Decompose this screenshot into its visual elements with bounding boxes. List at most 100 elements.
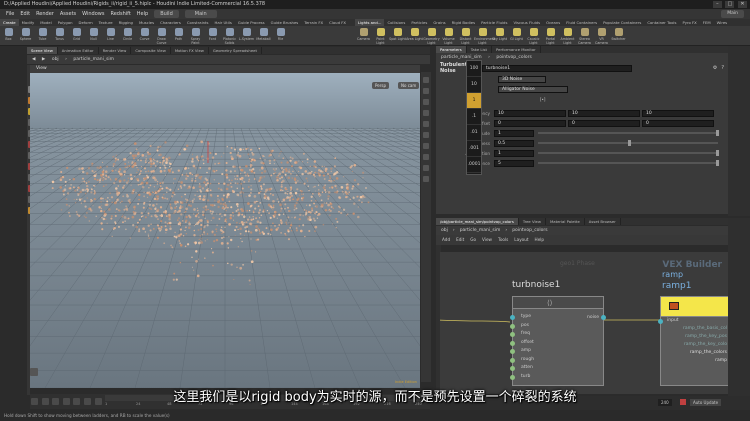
shelf-tool[interactable]: Geometry Light [423,26,440,46]
shelf-tab[interactable]: Deform [76,19,96,26]
path-node[interactable]: pointvop_colors [496,53,531,62]
shelf-tool[interactable]: Path [170,26,187,46]
slider-knob[interactable] [628,140,631,146]
shelf-tool[interactable]: Area Light [406,26,423,46]
shelf-tab[interactable]: Oceans [543,19,563,26]
param-field[interactable]: 10 [642,109,714,117]
camera-menu[interactable]: No cam [398,82,420,89]
ramp-node[interactable]: input ramp_the_basis_col ramp_the_key_pos… [658,296,728,386]
shelf-tab[interactable]: Guide Brushes [268,19,302,26]
menu-item[interactable]: Redshift [110,9,130,19]
shelf-tab[interactable]: Pyro FX [679,19,699,26]
param-slider[interactable] [538,160,719,166]
pane-tab[interactable]: Geometry Spreadsheet [209,47,262,54]
path-obj[interactable]: obj [52,55,59,64]
param-field[interactable]: 5 [494,159,534,167]
shelf-tool[interactable]: Sky Light [491,26,508,46]
shelf-tab[interactable]: Viscous Fluids [510,19,543,26]
desktop-dropdown[interactable]: Main [184,10,217,18]
shelf-tab[interactable]: Rigid Bodies [449,19,478,26]
pane-tab[interactable]: Parameters [436,46,467,53]
slider-knob[interactable] [716,150,719,156]
slider-knob[interactable] [716,130,719,136]
shelf-tab[interactable]: Model [37,19,54,26]
input-port-ramp[interactable] [658,319,663,324]
node-input[interactable]: offset [510,339,603,348]
shelf-tool[interactable]: Spot Light [389,26,406,46]
param-slider[interactable] [538,140,718,146]
shelf-tool[interactable]: Distant Light [457,26,474,46]
pane-tab[interactable]: /obj/particle_mani_sim/pointvop_colors [436,218,519,225]
input-port[interactable] [510,340,515,346]
menu-item[interactable]: File [6,9,14,19]
shelf-tool[interactable]: Ambient Light [559,26,576,46]
path-node[interactable]: particle_mani_sim [460,226,501,235]
shelf-tool[interactable]: Portal Light [542,26,559,46]
param-field[interactable]: 10 [568,109,640,117]
pane-tab[interactable]: Performance Monitor [492,46,541,53]
shelf-tab[interactable]: Lights and... [355,19,385,26]
shelf-tool[interactable]: Switcher [610,26,627,46]
pane-tab[interactable]: Render View [99,47,132,54]
display-option-icon[interactable] [423,132,429,138]
param-slider[interactable] [538,150,719,156]
noise-type-menu[interactable]: Alligator Noise [498,85,568,93]
back-icon[interactable]: ◀ [32,55,35,64]
desktop-select[interactable]: Main [721,10,744,18]
shelf-tool[interactable]: Circle [119,26,136,46]
display-option-icon[interactable] [423,110,429,116]
input-port[interactable] [510,357,515,363]
shelf-tab[interactable]: Fluid Containers [563,19,600,26]
build-desktop-button[interactable]: Build [154,10,179,18]
menu-item[interactable]: Windows [82,9,104,19]
ladder-step[interactable]: .01 [467,125,481,141]
network-menu-item[interactable]: Go [470,237,476,242]
pane-tab[interactable]: Motion FX View [171,47,209,54]
shelf-tool[interactable]: Curve [136,26,153,46]
shelf-tab[interactable]: Guide Process [235,19,268,26]
pane-tab[interactable]: Animation Editor [58,47,99,54]
shelf-tool[interactable]: Grid [68,26,85,46]
shelf-tab[interactable]: Texture [96,19,116,26]
shelf-tool[interactable]: Platonic Solids [221,26,238,46]
shelf-tool[interactable]: Volume Light [440,26,457,46]
ladder-step[interactable]: .0001 [467,157,481,173]
pane-tab[interactable]: Asset Browser [585,218,621,225]
shelf-tool[interactable]: Camera [355,26,372,46]
ladder-step[interactable]: 100 [467,61,481,77]
turbnoise-node[interactable]: ⟨⟩ type pos freq offset amp rough atten turb no… [510,296,606,386]
shelf-tab[interactable]: Cloud FX [326,19,349,26]
shelf-tool[interactable]: Sphere [17,26,34,46]
ladder-step[interactable]: 1 [467,93,481,109]
network-menu-item[interactable]: View [482,237,492,242]
node-input[interactable]: turb [510,373,603,382]
shelf-tab[interactable]: Constraints [184,19,212,26]
minimize-icon[interactable]: – [712,1,722,8]
node-input[interactable]: pos [510,322,603,331]
path-node[interactable]: particle_mani_sim [73,55,114,64]
network-canvas[interactable]: VEX Builder geo1 Phase turbnoise1 ⟨⟩ typ… [440,252,728,394]
output-port-noise[interactable] [601,315,606,320]
shelf-tab[interactable]: Rigging [116,19,136,26]
menu-item[interactable]: Render [36,9,54,19]
shelf-tab[interactable]: Wires [714,19,731,26]
menu-item[interactable]: Assets [60,9,76,19]
shelf-tool[interactable]: Stereo Camera [576,26,593,46]
shelf-tab[interactable]: Characters [157,19,184,26]
shelf-tab[interactable]: Grains [430,19,448,26]
pane-tab[interactable]: Take List [467,46,492,53]
viewport-canvas[interactable] [30,73,420,388]
slider-knob[interactable] [716,160,719,166]
shelf-tab[interactable]: Hair Utils [212,19,235,26]
param-field[interactable]: 0.5 [494,139,534,147]
path-node[interactable]: pointvop_colors [512,226,547,235]
shelf-tab[interactable]: Muscles [136,19,157,26]
display-option-icon[interactable] [423,77,429,83]
shelf-tool[interactable]: Line [102,26,119,46]
shelf-tool[interactable]: VR Camera [593,26,610,46]
network-menu-item[interactable]: Layout [514,237,528,242]
ladder-step[interactable]: 10 [467,77,481,93]
persp-menu[interactable]: Persp [372,82,389,89]
input-port[interactable] [510,323,515,329]
shelf-tab[interactable]: Modify [19,19,38,26]
